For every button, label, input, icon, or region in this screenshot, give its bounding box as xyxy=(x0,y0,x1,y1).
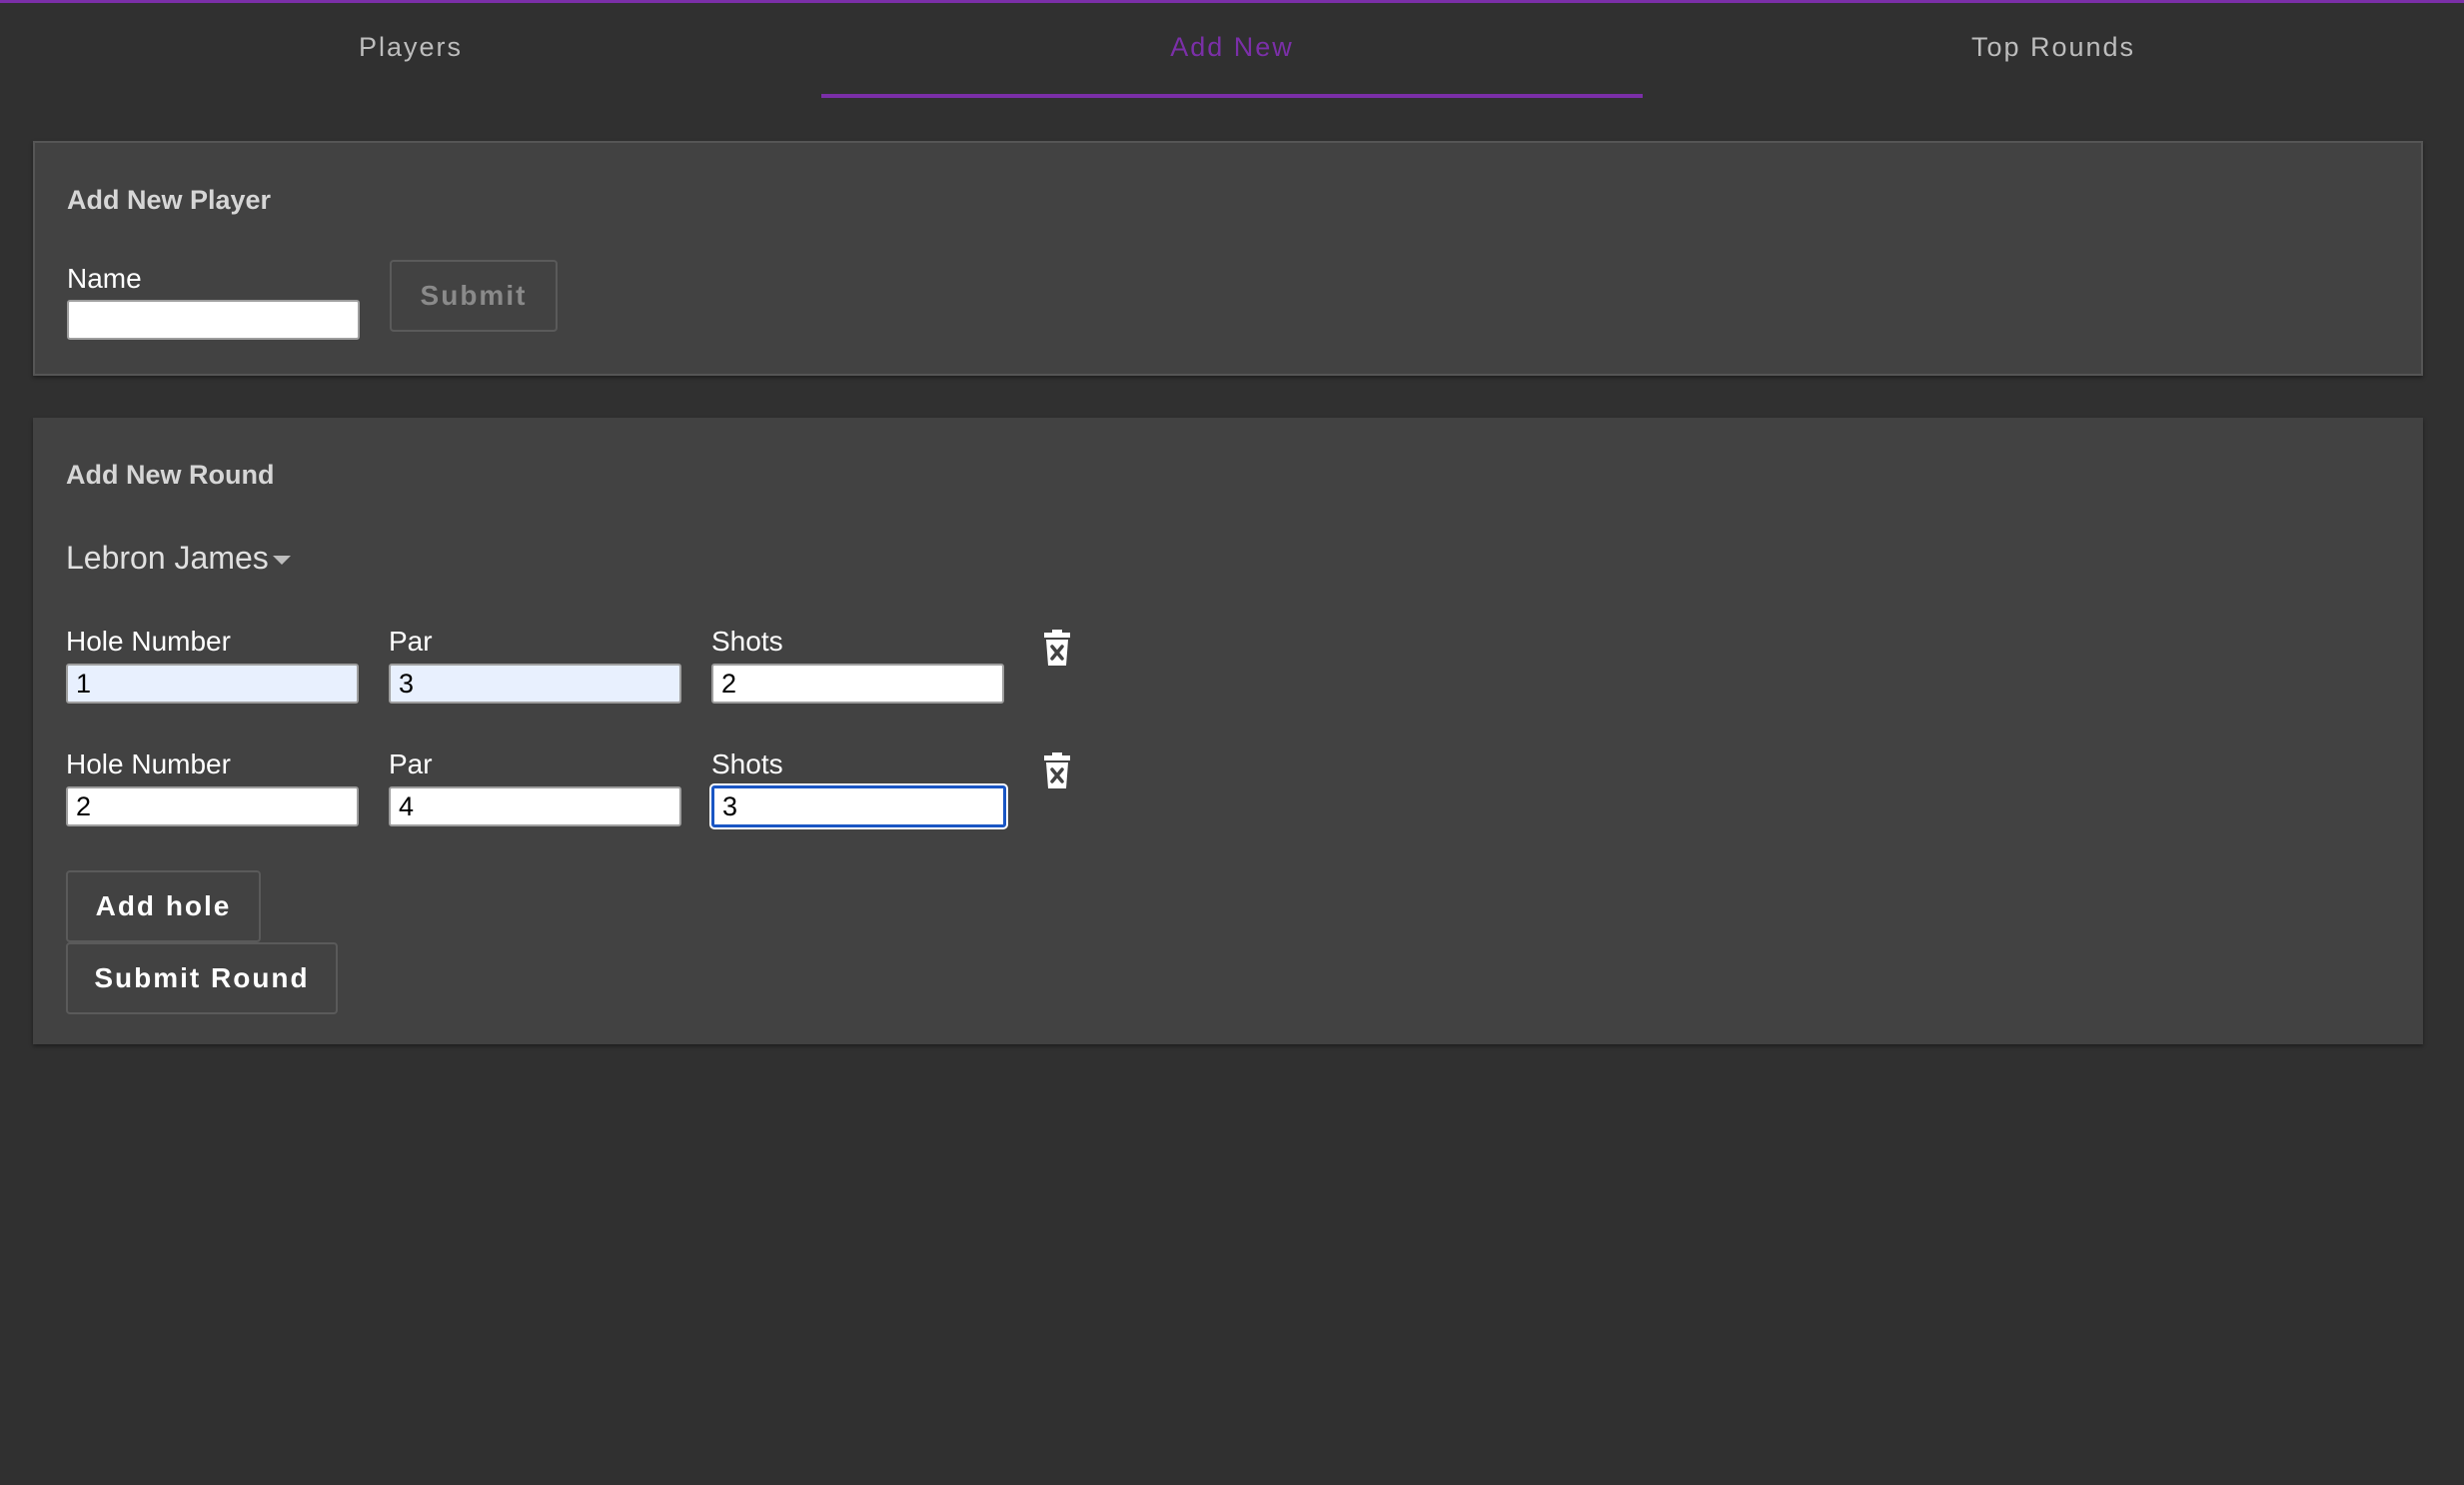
shots-input-focused[interactable] xyxy=(711,785,1006,827)
delete-hole-icon[interactable] xyxy=(1043,630,1071,666)
hole-number-label: Hole Number xyxy=(66,748,231,779)
hole-number-label: Hole Number xyxy=(66,626,231,657)
tab-top-rounds[interactable]: Top Rounds xyxy=(1643,3,2464,98)
add-round-title: Add New Round xyxy=(66,460,275,490)
submit-player-button[interactable]: Submit xyxy=(390,260,558,332)
add-player-title: Add New Player xyxy=(67,185,272,215)
par-input[interactable] xyxy=(389,786,681,826)
tab-bar: Players Add New Top Rounds xyxy=(0,3,2464,98)
shots-label: Shots xyxy=(711,626,783,657)
player-select[interactable]: Lebron James xyxy=(66,540,291,577)
name-input[interactable] xyxy=(67,300,360,340)
chevron-down-icon xyxy=(272,556,291,565)
par-label: Par xyxy=(389,748,433,779)
delete-hole-icon[interactable] xyxy=(1043,752,1071,788)
shots-input[interactable] xyxy=(711,664,1004,704)
submit-round-button[interactable]: Submit Round xyxy=(66,942,338,1014)
name-label: Name xyxy=(67,263,142,294)
add-round-card: Add New Round Lebron James Hole Number P… xyxy=(33,418,2423,1044)
par-input[interactable] xyxy=(389,664,681,704)
tab-add-new[interactable]: Add New xyxy=(821,3,1643,98)
hole-number-input[interactable] xyxy=(66,786,359,826)
par-label: Par xyxy=(389,626,433,657)
add-player-card: Add New Player Name Submit xyxy=(33,141,2423,376)
hole-number-input[interactable] xyxy=(66,664,359,704)
player-select-value: Lebron James xyxy=(66,540,269,576)
shots-label: Shots xyxy=(711,748,783,779)
add-hole-button[interactable]: Add hole xyxy=(66,870,261,942)
tab-players[interactable]: Players xyxy=(0,3,821,98)
